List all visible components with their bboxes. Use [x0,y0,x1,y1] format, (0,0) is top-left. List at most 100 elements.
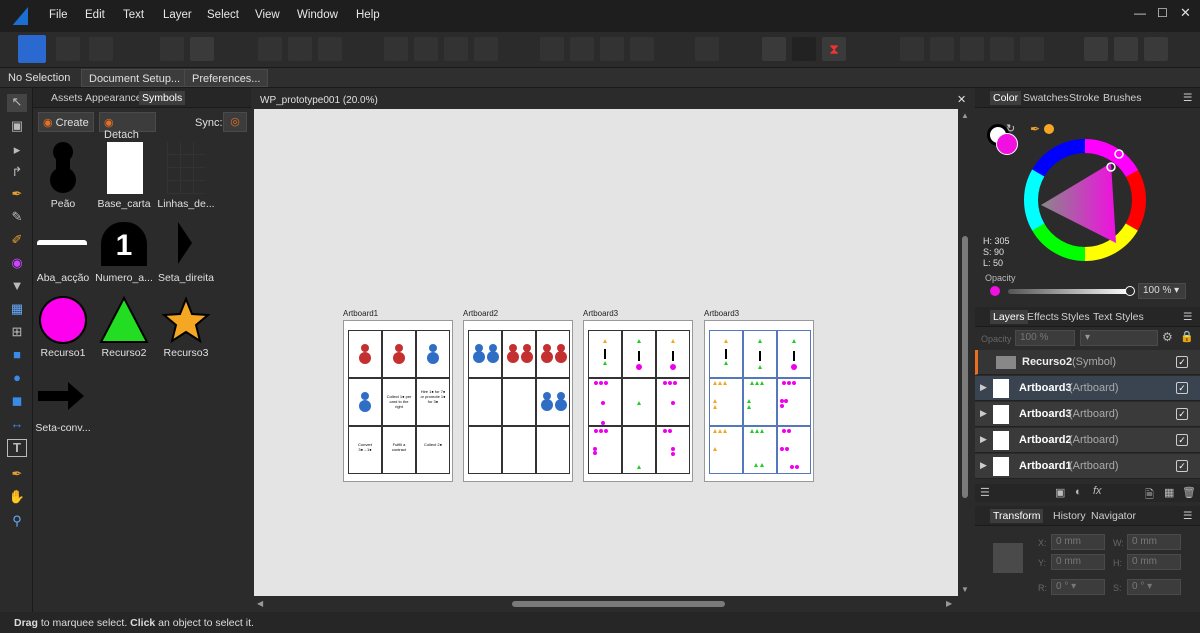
snapping-magnet-icon[interactable]: ⧗ [822,37,846,61]
node-tool-icon[interactable]: ▸ [7,142,27,160]
h-input[interactable]: 0 mm [1127,554,1181,570]
toolbar-button[interactable] [960,37,984,61]
layer-row[interactable]: ▶ Artboard3 (Artboard) ✓ [975,376,1200,401]
panel-menu-icon[interactable]: ☰ [1183,92,1192,104]
scroll-right-icon[interactable]: ▶ [946,599,952,608]
transparency-tool-icon[interactable]: ▼ [7,278,27,296]
visibility-checkbox[interactable]: ✓ [1176,382,1188,394]
rounded-rect-tool-icon[interactable]: ◼ [7,393,27,411]
corner-tool-icon[interactable]: ↱ [7,164,27,182]
adjustment-icon[interactable]: ◐ [1075,486,1082,498]
tab-layers[interactable]: Layers [990,310,1028,324]
fill-swatch[interactable] [996,133,1018,155]
layer-row[interactable]: Recurso2 (Symbol) ✓ [975,350,1200,375]
layer-row[interactable]: ▶ Artboard3 (Artboard) ✓ [975,402,1200,427]
mask-icon[interactable]: ▣ [1055,486,1065,499]
toolbar-button[interactable] [540,37,564,61]
color-picker-tool-icon[interactable]: ✒ [7,466,27,484]
tab-text-styles[interactable]: Text Styles [1093,311,1144,323]
pixel-persona-icon[interactable] [56,37,80,61]
close-document-icon[interactable]: ✕ [957,93,966,106]
toolbar-button[interactable] [792,37,816,61]
color-wheel[interactable] [1023,138,1147,262]
opacity-input[interactable]: 100 % ▾ [1138,283,1186,299]
menu-text[interactable]: Text [123,9,144,21]
export-persona-icon[interactable] [89,37,113,61]
new-layer-icon[interactable]: 🗎 [1145,486,1154,505]
designer-persona-icon[interactable] [18,35,46,63]
recent-color-swatch[interactable] [1044,124,1054,134]
tab-appearance[interactable]: Appearance [85,92,142,104]
blend-mode-select[interactable]: ▾ [1080,330,1158,346]
visibility-checkbox[interactable]: ✓ [1176,460,1188,472]
brush-tool-icon[interactable]: ✐ [7,232,27,250]
expand-icon[interactable]: ▶ [980,382,987,393]
toolbar-button[interactable] [600,37,624,61]
opacity-slider-handle[interactable] [1125,286,1135,296]
y-input[interactable]: 0 mm [1051,554,1105,570]
toolbar-button[interactable] [1144,37,1168,61]
detach-symbol-button[interactable]: ◉ Detach [99,112,156,141]
create-symbol-button[interactable]: ◉ Create [38,112,94,132]
group-icon[interactable]: ▦ [1164,486,1174,499]
scroll-down-icon[interactable]: ▼ [961,585,969,594]
menu-help[interactable]: Help [356,9,380,21]
toolbar-button[interactable] [630,37,654,61]
layer-opacity-input[interactable]: 100 % [1015,330,1075,346]
menu-file[interactable]: File [49,9,68,21]
menu-layer[interactable]: Layer [163,9,192,21]
toolbar-button[interactable] [695,37,719,61]
close-button[interactable]: ✕ [1180,5,1191,21]
scroll-left-icon[interactable]: ◀ [257,599,263,608]
hand-tool-icon[interactable]: ✋ [7,489,27,507]
grid-icon[interactable] [762,37,786,61]
shear-input[interactable]: 0 ° ▾ [1127,579,1181,595]
pen-tool-icon[interactable]: ✒ [7,186,27,204]
toolbar-button[interactable] [258,37,282,61]
expand-icon[interactable]: ▶ [980,408,987,419]
vertical-scrollbar[interactable]: ▲ ▼ [958,109,972,596]
maximize-button[interactable]: ☐ [1157,6,1168,20]
tab-transform[interactable]: Transform [990,509,1044,523]
pencil-tool-icon[interactable]: ✎ [7,209,27,227]
toolbar-button[interactable] [414,37,438,61]
visibility-checkbox[interactable]: ✓ [1176,356,1188,368]
symbol-linhas[interactable]: Linhas_de... [151,140,221,210]
document-setup-button[interactable]: Document Setup... [81,69,189,87]
toolbar-button[interactable] [1084,37,1108,61]
toolbar-button[interactable] [1020,37,1044,61]
toolbar-button[interactable] [990,37,1014,61]
artboard-2[interactable] [463,320,573,482]
symbol-base-carta[interactable]: Base_carta [89,140,159,210]
panel-menu-icon[interactable]: ☰ [1183,510,1192,522]
tab-effects[interactable]: Effects [1027,311,1059,323]
arrow-shape-tool-icon[interactable]: ↔ [7,416,27,434]
w-input[interactable]: 0 mm [1127,534,1181,550]
symbol-recurso3[interactable]: Recurso3 [151,294,221,364]
menu-view[interactable]: View [255,9,280,21]
toolbar-button[interactable] [474,37,498,61]
tab-symbols[interactable]: Symbols [139,91,186,105]
minimize-button[interactable]: — [1134,6,1146,20]
artboard-1[interactable]: Collect 1● per card to the right Hire 1●… [343,320,453,482]
toolbar-button[interactable] [930,37,954,61]
tab-history[interactable]: History [1053,510,1086,522]
tab-styles[interactable]: Styles [1061,311,1090,323]
symbol-recurso1[interactable]: Recurso1 [28,294,98,364]
document-tab[interactable]: WP_prototype001 (20.0%) ✕ [254,91,972,109]
symbol-numero[interactable]: 1 Numero_a... [89,218,159,288]
artboard-tool-icon[interactable]: ▣ [7,118,27,136]
panel-menu-icon[interactable]: ☰ [1183,311,1192,323]
crop-tool-icon[interactable]: ⊞ [7,324,27,342]
expand-icon[interactable]: ▶ [980,460,987,471]
menu-select[interactable]: Select [207,9,239,21]
artboard-3a[interactable] [583,320,693,482]
tab-navigator[interactable]: Navigator [1091,510,1136,522]
artboard-3b[interactable] [704,320,814,482]
menu-edit[interactable]: Edit [85,9,105,21]
app-logo-icon[interactable] [12,7,28,25]
eyedropper-icon[interactable]: ✒ [1030,122,1040,136]
rectangle-tool-icon[interactable]: ■ [7,347,27,365]
horizontal-scroll-thumb[interactable] [512,601,725,607]
layer-settings-icon[interactable]: ⚙ [1162,330,1173,344]
